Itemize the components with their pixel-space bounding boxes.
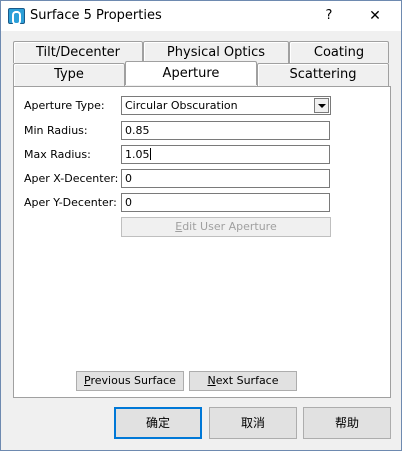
tab-scattering[interactable]: Scattering <box>257 63 389 86</box>
tab-label: Coating <box>313 45 365 60</box>
aper-x-decenter-input[interactable]: 0 <box>121 169 330 188</box>
aper-x-decenter-label: Aper X-Decenter: <box>24 172 119 185</box>
max-radius-input[interactable]: 1.05 <box>121 145 330 164</box>
title-bar: Surface 5 Properties ? ✕ <box>1 1 401 31</box>
help-button[interactable]: 帮助 <box>303 407 391 439</box>
previous-surface-button[interactable]: Previous Surface <box>76 371 184 391</box>
aperture-type-label: Aperture Type: <box>24 99 105 112</box>
edit-user-aperture-button[interactable]: Edit User Aperture <box>121 217 331 237</box>
app-icon <box>8 8 25 25</box>
aper-y-decenter-input[interactable]: 0 <box>121 193 330 212</box>
tab-coating[interactable]: Coating <box>289 41 389 63</box>
close-icon[interactable]: ✕ <box>357 1 393 31</box>
help-title-button[interactable]: ? <box>313 1 345 31</box>
text-cursor <box>149 148 151 160</box>
aper-y-decenter-value: 0 <box>125 196 132 209</box>
tab-label: Scattering <box>289 67 357 82</box>
tab-physical-optics[interactable]: Physical Optics <box>143 41 289 63</box>
max-radius-label: Max Radius: <box>24 148 91 161</box>
window-title: Surface 5 Properties <box>30 8 162 23</box>
ok-button[interactable]: 确定 <box>114 407 202 439</box>
aperture-type-select[interactable]: Circular Obscuration <box>121 96 331 115</box>
button-label: dit User Aperture <box>182 220 277 233</box>
cancel-button[interactable]: 取消 <box>209 407 297 439</box>
properties-dialog: Surface 5 Properties ? ✕ Tilt/Decenter P… <box>0 0 402 451</box>
tab-label: Tilt/Decenter <box>35 45 121 60</box>
aperture-panel: Aperture Type: Circular Obscuration Min … <box>13 86 391 398</box>
tab-aperture[interactable]: Aperture <box>125 61 257 85</box>
tab-label: Physical Optics <box>166 45 266 60</box>
min-radius-label: Min Radius: <box>24 124 88 137</box>
next-surface-button[interactable]: Next Surface <box>189 371 297 391</box>
chevron-down-icon[interactable] <box>314 98 329 113</box>
shortcut-letter: N <box>207 374 216 387</box>
max-radius-value: 1.05 <box>125 148 150 161</box>
tab-type[interactable]: Type <box>13 63 125 86</box>
button-label: revious Surface <box>90 374 176 387</box>
tab-label: Type <box>54 67 84 82</box>
aper-x-decenter-value: 0 <box>125 172 132 185</box>
tab-label: Aperture <box>162 66 220 81</box>
button-label: ext Surface <box>215 374 279 387</box>
min-radius-value: 0.85 <box>125 124 150 137</box>
min-radius-input[interactable]: 0.85 <box>121 121 330 140</box>
aper-y-decenter-label: Aper Y-Decenter: <box>24 196 117 209</box>
tab-tilt-decenter[interactable]: Tilt/Decenter <box>13 41 143 63</box>
aperture-type-value: Circular Obscuration <box>125 99 238 112</box>
